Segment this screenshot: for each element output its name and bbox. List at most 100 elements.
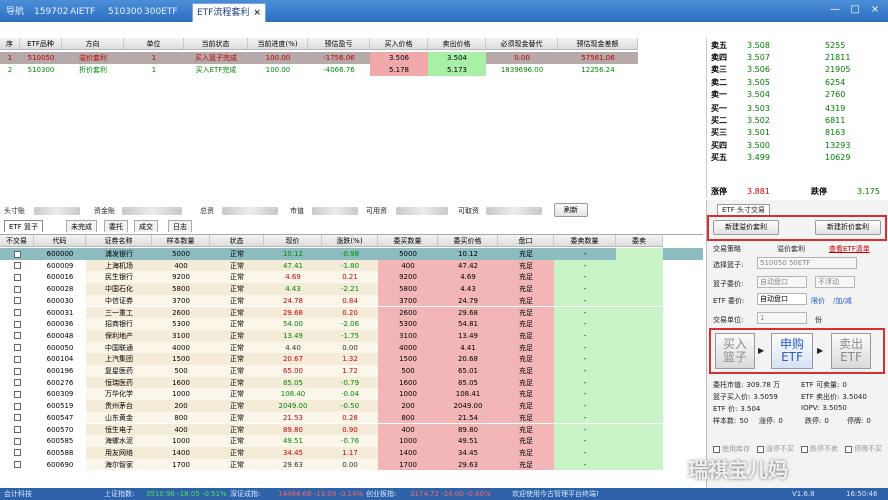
checkbox[interactable] xyxy=(13,297,21,305)
checkbox[interactable] xyxy=(13,461,21,469)
refresh-button[interactable]: 刷新 xyxy=(554,203,588,217)
table-row[interactable]: 600028 中国石化 5800 正常 4.43 -2.21 5800 4.43 充足 - xyxy=(0,283,703,295)
table-row[interactable]: 600309 万华化学 1000 正常 108.40 -0.04 1000 108.41 充足 - xyxy=(0,388,703,401)
table-cell: 充足 xyxy=(498,458,554,471)
table-cell: 510050 xyxy=(27,54,55,62)
table-cell: 折价套利 xyxy=(79,66,107,74)
table-cell xyxy=(616,353,663,365)
checkbox[interactable] xyxy=(13,344,21,352)
table-row[interactable]: 600050 中国联通 4000 正常 4.40 0.00 4000 4.41 充足 - xyxy=(0,341,703,354)
table-row[interactable]: 600031 三一重工 2600 正常 29.68 0.20 2600 29.68 充足 - xyxy=(0,306,703,319)
table-row[interactable]: 600519 贵州茅台 200 正常 2049.00 -0.50 200 2049.00 充足 - xyxy=(0,400,703,412)
tab-trades[interactable]: 成交 xyxy=(134,220,158,232)
checkbox[interactable] xyxy=(757,445,764,453)
checkbox[interactable] xyxy=(13,449,21,457)
checkbox[interactable] xyxy=(13,426,21,433)
checkbox[interactable] xyxy=(13,437,21,445)
checkbox-label: 使用库存 xyxy=(722,445,750,453)
stat-label: ETF 价: xyxy=(713,405,738,413)
table-row[interactable]: 2 510300 折价套利 1 买入ETF完成 100.00 -4066.76 5.178 5.… xyxy=(0,64,638,76)
table-cell: 溢价套利 xyxy=(79,54,107,62)
table-cell: 充足 xyxy=(498,435,554,447)
table-cell xyxy=(616,294,663,307)
table-row[interactable]: 600276 恒瑞医药 1600 正常 85.05 -0.79 1600 85.05 充足 - xyxy=(0,376,703,389)
masked-value xyxy=(396,207,448,215)
view-etf-list-link[interactable]: 查看ETF清单 xyxy=(829,244,870,254)
checkbox[interactable] xyxy=(13,285,21,293)
table-row[interactable]: 600690 海尔智家 1700 正常 29.63 0.00 1700 29.63 充足 - xyxy=(0,458,703,471)
minimize-icon[interactable]: — xyxy=(828,3,842,17)
limit-price-link[interactable]: 限价 xyxy=(811,296,825,306)
close-icon[interactable]: × xyxy=(253,8,261,18)
table-row[interactable]: 600570 恒生电子 400 正常 89.80 0.90 400 89.80 充足 - xyxy=(0,423,703,436)
add-sub-link[interactable]: /加/减 xyxy=(833,296,852,306)
tab-log[interactable]: 日志 xyxy=(168,220,192,232)
order-book: 卖五 3.508 5255 卖四 3.507 21811 卖三 3.506 21905 卖二 3.5… xyxy=(706,38,888,198)
trade-unit-input[interactable]: 1 xyxy=(757,312,807,324)
checkbox[interactable] xyxy=(13,250,21,258)
tab-orders[interactable]: 委托 xyxy=(104,220,128,232)
new-premium-arbitrage-button[interactable]: 新建溢价套利 xyxy=(713,220,779,235)
floating-select[interactable]: 不浮动 xyxy=(815,276,855,288)
subscribe-etf-button[interactable]: 申购 ETF xyxy=(771,333,813,369)
option-checkbox[interactable]: 停牌不买 xyxy=(845,444,882,454)
table-cell: 5300 xyxy=(378,318,438,330)
table-cell: 5800 xyxy=(378,283,438,295)
checkbox[interactable] xyxy=(13,332,21,340)
table-cell: 4000 xyxy=(152,341,210,354)
checkbox[interactable] xyxy=(13,273,21,281)
option-checkbox[interactable]: 涨停不买 xyxy=(757,444,794,454)
tab-etf-arbitrage[interactable]: ETF流程套利 × xyxy=(192,3,266,22)
table-row[interactable]: 600036 招商银行 5300 正常 54.00 -2.06 5300 54.81 充足 - xyxy=(0,318,703,330)
table-row[interactable]: 600016 民生银行 9200 正常 4.69 0.21 9200 4.69 充足 - xyxy=(0,271,703,284)
maximize-icon[interactable]: □ xyxy=(848,3,862,17)
option-checkbox[interactable]: 使用库存 xyxy=(713,444,750,454)
new-discount-arbitrage-button[interactable]: 新建折价套利 xyxy=(815,220,881,235)
table-cell: -0.04 xyxy=(322,388,378,401)
table-row[interactable]: 600000 浦发银行 5000 正常 10.12 -0.98 5000 10.12 充足 - xyxy=(0,248,703,260)
tab-300etf[interactable]: 300ETF xyxy=(140,3,182,22)
close-window-icon[interactable]: × xyxy=(868,3,882,17)
tab-etf-basket[interactable]: ETF 篮子 xyxy=(4,220,43,232)
etf-price-select[interactable]: 自动盘口 xyxy=(757,293,807,305)
checkbox[interactable] xyxy=(801,445,808,453)
table-cell: - xyxy=(554,271,616,284)
checkbox[interactable] xyxy=(713,445,720,453)
table-row[interactable]: 600585 海螺水泥 1000 正常 49.51 -0.76 1000 49.51 充足 - xyxy=(0,435,703,447)
checkbox[interactable] xyxy=(13,414,21,422)
stat-item: 涨停: 0 xyxy=(759,416,783,426)
checkbox[interactable] xyxy=(13,309,21,316)
tab-unfinished[interactable]: 未完成 xyxy=(66,220,97,232)
column-header: 当前进度(%) xyxy=(248,38,308,50)
table-row[interactable]: 600030 中信证券 3700 正常 24.78 0.84 3700 24.79 充足 - xyxy=(0,294,703,307)
table-cell: 正常 xyxy=(210,388,264,401)
basket-select[interactable]: 510050 50ETF xyxy=(757,257,857,269)
table-cell: 正常 xyxy=(210,423,264,436)
checkbox[interactable] xyxy=(13,355,21,363)
buy-basket-button[interactable]: 买入 篮子 xyxy=(715,333,755,369)
table-row[interactable]: 600048 保利地产 3100 正常 13.49 -1.75 3100 13.49 充足 - xyxy=(0,329,703,342)
table-cell: 1000 xyxy=(152,388,210,401)
table-row[interactable]: 600547 山东黄金 800 正常 21.53 0.28 800 21.54 充足 - xyxy=(0,411,703,424)
fund-account-label: 资金账 xyxy=(94,207,115,215)
basket-price-select[interactable]: 自动盘口 xyxy=(757,276,807,288)
checkbox[interactable] xyxy=(13,367,21,375)
tab-nav[interactable]: 导航 xyxy=(2,3,28,22)
sh-index-label: 上证指数: xyxy=(104,490,135,498)
option-checkbox[interactable]: 跌停不卖 xyxy=(801,444,838,454)
checkbox[interactable] xyxy=(13,390,21,398)
checkbox[interactable] xyxy=(13,402,21,410)
sell-etf-button[interactable]: 卖出 ETF xyxy=(831,333,871,369)
checkbox[interactable] xyxy=(13,320,21,328)
table-row[interactable]: 600196 复星医药 500 正常 65.00 1.72 500 65.01 充足 - xyxy=(0,365,703,377)
tab-aietf[interactable]: AIETF xyxy=(66,3,99,22)
table-row[interactable]: 600588 用友网络 1400 正常 34.45 1.17 1400 34.45 充足 - xyxy=(0,446,703,459)
checkbox[interactable] xyxy=(13,379,21,387)
checkbox[interactable] xyxy=(13,262,21,270)
table-row[interactable]: 1 510050 溢价套利 1 买入篮子完成 100.00 -1756.06 3.506 3.5… xyxy=(0,52,638,64)
table-row[interactable]: 600104 上汽集团 1500 正常 20.67 1.32 1500 20.68 充足 - xyxy=(0,353,703,365)
table-cell: 2600 xyxy=(378,306,438,319)
table-row[interactable]: 600009 上海机场 400 正常 47.41 -1.80 400 47.42 充足 - xyxy=(0,259,703,272)
checkbox[interactable] xyxy=(845,445,852,453)
table-cell xyxy=(616,458,663,471)
